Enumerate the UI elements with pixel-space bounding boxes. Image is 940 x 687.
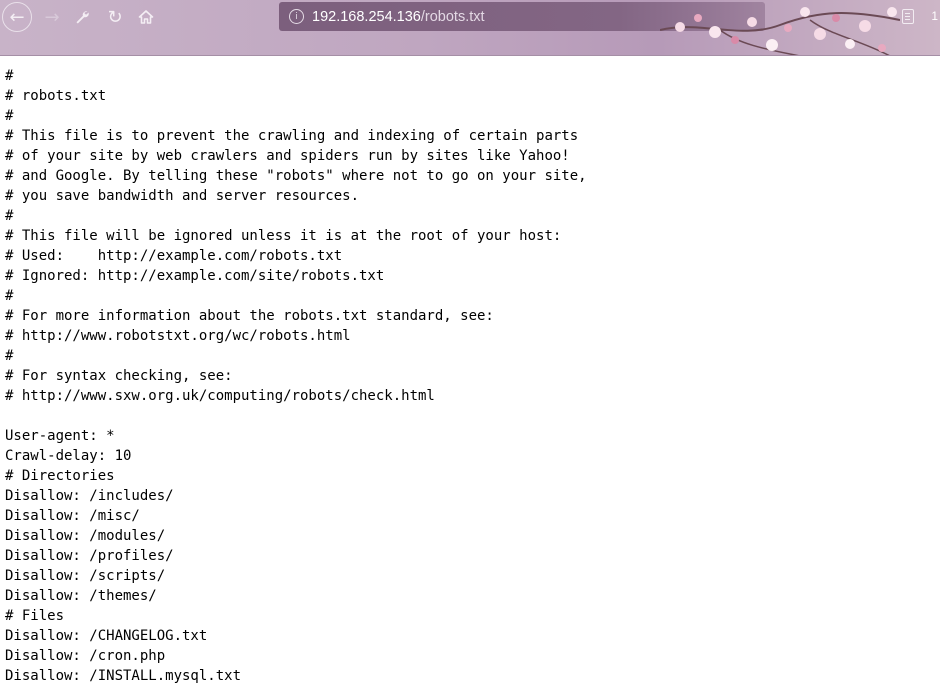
text-line: # Directories [5, 468, 115, 484]
text-line: # Used: http://example.com/robots.txt [5, 248, 343, 264]
tab-counter[interactable]: 1 [931, 9, 938, 23]
info-icon[interactable]: i [289, 9, 304, 24]
wrench-icon[interactable] [67, 2, 97, 32]
text-line: # robots.txt [5, 88, 107, 104]
text-line: # [5, 108, 14, 124]
browser-toolbar: ← → ↻ i 192.168.254.136/robots.txt 1 [0, 0, 940, 56]
url-host: 192.168.254.136 [312, 8, 421, 25]
text-line: # http://www.robotstxt.org/wc/robots.htm… [5, 328, 351, 344]
reload-icon[interactable]: ↻ [100, 2, 130, 32]
text-line: Disallow: /scripts/ [5, 568, 166, 584]
text-line: Disallow: /themes/ [5, 588, 157, 604]
text-line: User-agent: * [5, 428, 115, 444]
text-line: # [5, 208, 14, 224]
text-line: # http://www.sxw.org.uk/computing/robots… [5, 388, 435, 404]
text-line: # Ignored: http://example.com/site/robot… [5, 268, 385, 284]
text-line: Disallow: /profiles/ [5, 548, 174, 564]
theme-blossom-decoration [660, 7, 900, 55]
text-line: Disallow: /includes/ [5, 488, 174, 504]
text-line: # [5, 288, 14, 304]
text-line: # This file is to prevent the crawling a… [5, 128, 579, 144]
text-line: Disallow: /INSTALL.mysql.txt [5, 668, 242, 684]
text-line: # [5, 348, 14, 364]
text-line: Crawl-delay: 10 [5, 448, 132, 464]
text-line: # and Google. By telling these "robots" … [5, 168, 587, 184]
text-line: # This file will be ignored unless it is… [5, 228, 562, 244]
text-line: Disallow: /CHANGELOG.txt [5, 628, 208, 644]
back-arrow-icon[interactable]: ← [2, 2, 32, 32]
text-line: # For more information about the robots.… [5, 308, 494, 324]
robots-txt-content: # # robots.txt # # This file is to prevent … [0, 56, 940, 686]
text-line: Disallow: /misc/ [5, 508, 140, 524]
text-line [5, 406, 940, 426]
text-line: Disallow: /modules/ [5, 528, 166, 544]
text-line: Disallow: /cron.php [5, 648, 166, 664]
text-line: # [5, 68, 14, 84]
text-line: # For syntax checking, see: [5, 368, 233, 384]
text-line: # of your site by web crawlers and spide… [5, 148, 570, 164]
url-path: /robots.txt [420, 8, 485, 25]
home-icon[interactable] [131, 2, 161, 32]
text-line: # Files [5, 608, 65, 624]
reader-mode-icon[interactable] [902, 9, 914, 24]
text-line: # you save bandwidth and server resource… [5, 188, 360, 204]
forward-arrow-icon[interactable]: → [37, 2, 67, 32]
